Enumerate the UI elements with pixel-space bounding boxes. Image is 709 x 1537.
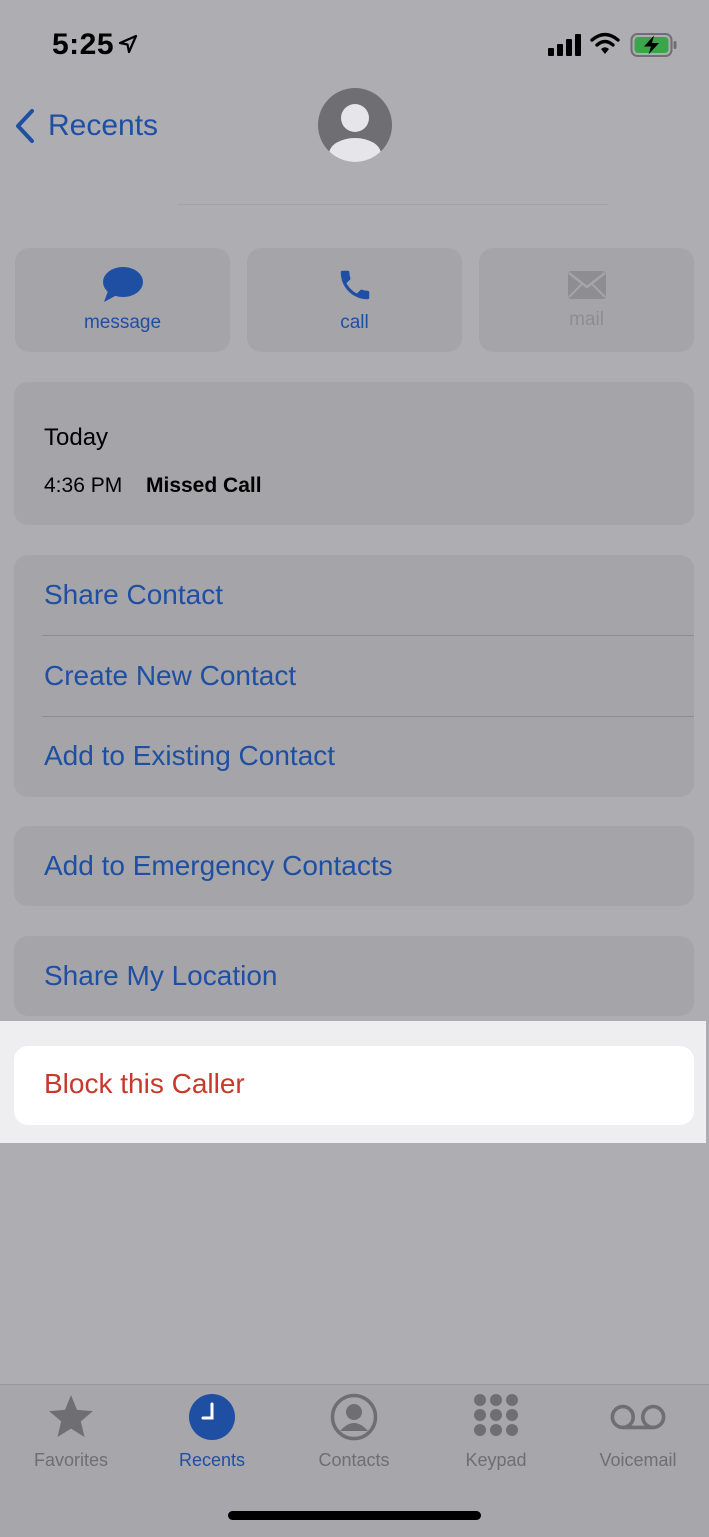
- message-button[interactable]: message: [15, 248, 230, 352]
- tab-keypad-label: Keypad: [465, 1450, 527, 1470]
- add-to-emergency-contacts-button[interactable]: Add to Emergency Contacts: [44, 850, 393, 882]
- chevron-left-icon: [16, 109, 34, 143]
- call-button[interactable]: call: [247, 248, 462, 352]
- call-history-card: [14, 382, 694, 525]
- call-history-day: Today: [44, 424, 109, 451]
- tab-voicemail[interactable]: Voicemail: [567, 1392, 709, 1471]
- block-this-caller-button[interactable]: Block this Caller: [44, 1068, 245, 1100]
- row-divider: [42, 716, 694, 717]
- clock-icon: [189, 1394, 235, 1440]
- create-new-contact-button[interactable]: Create New Contact: [44, 660, 296, 692]
- star-icon: [49, 1395, 93, 1437]
- wifi-icon: [590, 32, 620, 54]
- tab-contacts[interactable]: Contacts: [283, 1392, 425, 1471]
- caller-name-divider: [178, 204, 608, 205]
- phone-icon: [340, 270, 369, 300]
- tab-favorites-label: Favorites: [33, 1450, 109, 1470]
- tab-voicemail-label: Voicemail: [599, 1450, 677, 1470]
- share-my-location-button[interactable]: Share My Location: [44, 960, 277, 992]
- tab-keypad[interactable]: Keypad: [425, 1392, 567, 1471]
- tab-favorites[interactable]: Favorites: [0, 1392, 142, 1471]
- message-bubble-icon: [102, 267, 143, 302]
- mail-button-label: mail: [569, 309, 604, 330]
- person-silhouette-icon: [329, 104, 381, 162]
- share-contact-button[interactable]: Share Contact: [44, 579, 223, 611]
- voicemail-icon: [610, 1404, 666, 1430]
- call-history-time: 4:36 PM: [44, 474, 123, 497]
- back-button-label: Recents: [48, 109, 159, 142]
- battery-charging-icon: [630, 33, 677, 57]
- cellular-signal-icon: [548, 34, 581, 56]
- message-button-label: message: [83, 312, 162, 333]
- call-button-label: call: [340, 312, 369, 333]
- keypad-icon: [474, 1394, 518, 1436]
- mail-button[interactable]: mail: [479, 248, 694, 352]
- home-indicator[interactable]: [228, 1511, 481, 1520]
- tab-recents-label: Recents: [178, 1450, 246, 1470]
- status-time: 5:25: [52, 28, 115, 61]
- tab-contacts-label: Contacts: [318, 1450, 390, 1470]
- call-history-type: Missed Call: [146, 474, 262, 497]
- location-arrow-icon: [118, 34, 138, 54]
- person-circle-icon: [330, 1393, 378, 1441]
- back-button[interactable]: Recents: [14, 104, 158, 148]
- envelope-icon: [567, 271, 606, 299]
- row-divider: [42, 635, 694, 636]
- contact-avatar: [318, 88, 392, 162]
- add-to-existing-contact-button[interactable]: Add to Existing Contact: [44, 740, 335, 772]
- tab-recents[interactable]: Recents: [141, 1392, 283, 1471]
